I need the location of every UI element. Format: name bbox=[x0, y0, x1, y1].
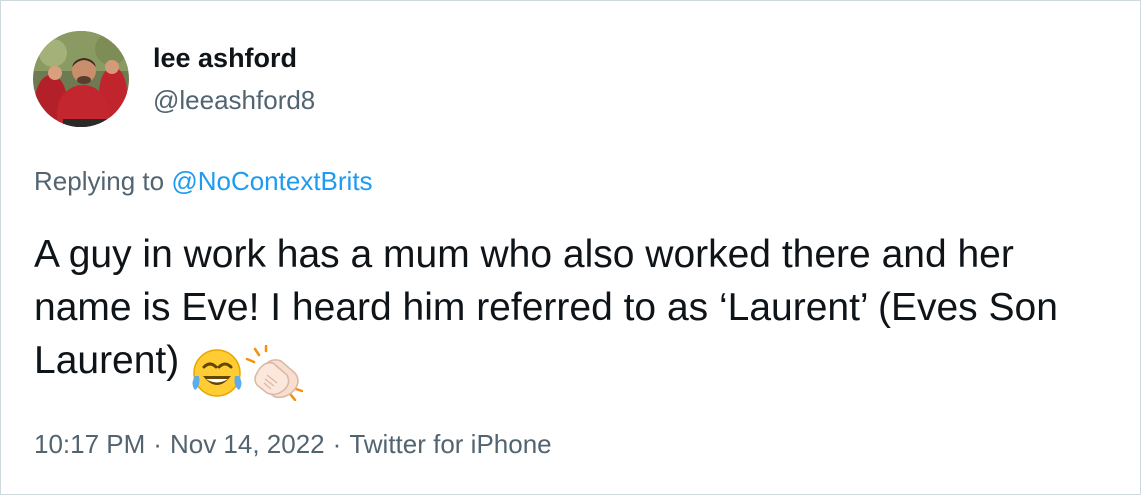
tweet-body: A guy in work has a mum who also worked … bbox=[34, 228, 1114, 401]
display-name[interactable]: lee ashford bbox=[153, 42, 297, 74]
user-handle[interactable]: @leeashford8 bbox=[153, 84, 315, 116]
tweet-meta: 10:17 PM · Nov 14, 2022 · Twitter for iPhone bbox=[34, 428, 552, 460]
reply-prefix: Replying to bbox=[34, 166, 165, 196]
tweet-date[interactable]: Nov 14, 2022 bbox=[170, 429, 325, 459]
clapping-hands-icon bbox=[246, 344, 304, 401]
tweet-card: lee ashford @leeashford8 Replying to @No… bbox=[0, 0, 1141, 495]
tweet-time[interactable]: 10:17 PM bbox=[34, 429, 145, 459]
tweet-source-link[interactable]: Twitter for iPhone bbox=[349, 429, 551, 459]
reply-to-handle-link[interactable]: @NoContextBrits bbox=[171, 166, 372, 196]
meta-separator: · bbox=[332, 429, 342, 459]
emoji-group bbox=[189, 344, 304, 401]
reply-context: Replying to @NoContextBrits bbox=[34, 165, 373, 197]
avatar[interactable] bbox=[33, 31, 129, 127]
tweet-text: A guy in work has a mum who also worked … bbox=[34, 233, 1058, 382]
face-with-tears-of-joy-icon bbox=[192, 348, 242, 397]
profile-photo-icon bbox=[33, 31, 129, 127]
meta-separator: · bbox=[153, 429, 162, 459]
